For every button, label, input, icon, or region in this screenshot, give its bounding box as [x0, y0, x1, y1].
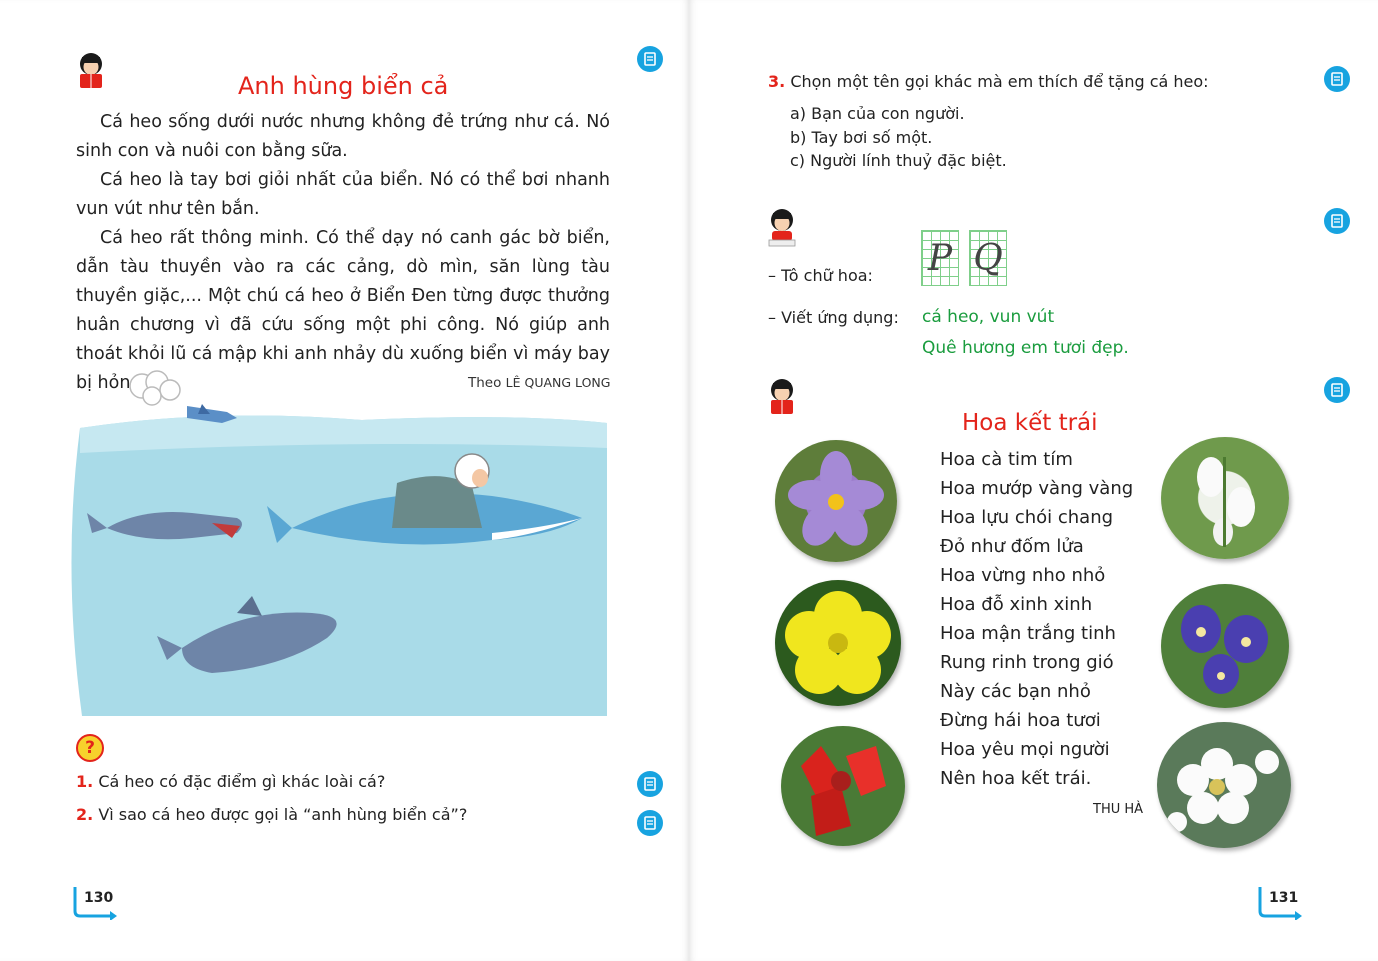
reading-girl-icon [767, 378, 797, 420]
option-c: c) Người lính thuỷ đặc biệt. [790, 151, 1007, 170]
question-3: 3. Chọn một tên gọi khác mà em thích để … [768, 72, 1209, 91]
paragraph-1: Cá heo sống dưới nước nhưng không đẻ trứ… [76, 112, 610, 161]
document-icon [644, 52, 656, 66]
writing-girl-icon [767, 208, 797, 252]
letter-q-grid: Q [969, 230, 1007, 286]
dolphin-rescue-illustration [62, 368, 610, 718]
plum-flower-photo [1157, 722, 1291, 848]
poem-line: Nên hoa kết trái. [940, 768, 1092, 789]
luffa-flower-photo [775, 580, 901, 706]
story-title: Anh hùng biển cả [238, 72, 449, 100]
apply-line-1: cá heo, vun vút [922, 307, 1055, 327]
document-icon [644, 816, 656, 830]
poem-line: Rung rinh trong gió [940, 652, 1114, 673]
letter-p-grid: P [921, 230, 959, 286]
poem-author: THU HÀ [1093, 802, 1144, 817]
apply-label: – Viết ứng dụng: [768, 308, 899, 327]
poem-line: Hoa đỗ xinh xinh [940, 594, 1093, 615]
story-text: Cá heo sống dưới nước nhưng không đẻ trứ… [76, 108, 610, 398]
apply-line-2: Quê hương em tươi đẹp. [922, 338, 1129, 358]
audio-button-q3[interactable] [1324, 66, 1350, 92]
left-page: Anh hùng biển cả Cá heo sống dưới nước n… [0, 0, 689, 961]
poem-line: Hoa mận trắng tinh [940, 623, 1116, 644]
audio-button-q2[interactable] [637, 810, 663, 836]
poem-line: Hoa mướp vàng vàng [940, 478, 1134, 499]
poem-line: Đừng hái hoa tươi [940, 710, 1101, 731]
document-icon [1331, 214, 1343, 228]
poem-line: Hoa vừng nho nhỏ [940, 565, 1106, 586]
document-icon [1331, 72, 1343, 86]
answer-options: a) Bạn của con người. b) Tay bơi số một.… [790, 102, 1007, 173]
sesame-flower-photo [1161, 437, 1289, 559]
audio-button-title[interactable] [637, 46, 663, 72]
poem-title: Hoa kết trái [962, 410, 1098, 436]
reading-girl-icon [76, 52, 106, 94]
poem-line: Hoa lựu chói chang [940, 507, 1114, 528]
question-2: 2. Vì sao cá heo được gọi là “anh hùng b… [76, 805, 468, 824]
paragraph-2: Cá heo là tay bơi giỏi nhất của biển. Nó… [76, 170, 610, 219]
bean-flower-photo [1161, 584, 1289, 708]
audio-button-writing[interactable] [1324, 208, 1350, 234]
page-number-right: 131 [1269, 890, 1299, 906]
question-icon: ? [76, 734, 104, 762]
option-b: b) Tay bơi số một. [790, 127, 933, 147]
question-1: 1. Cá heo có đặc điểm gì khác loài cá? [76, 772, 386, 791]
poem-line: Hoa cà tim tím [940, 449, 1073, 470]
audio-button-poem[interactable] [1324, 377, 1350, 403]
option-a: a) Bạn của con người. [790, 104, 965, 123]
poem-line: Hoa yêu mọi người [940, 739, 1110, 760]
page-number-left: 130 [84, 890, 114, 906]
eggplant-flower-photo [775, 440, 897, 562]
poem-line: Này các bạn nhỏ [940, 681, 1091, 702]
audio-button-q1[interactable] [637, 771, 663, 797]
document-icon [644, 777, 656, 791]
right-page: 3. Chọn một tên gọi khác mà em thích để … [689, 0, 1378, 961]
pomegranate-flower-photo [781, 726, 905, 846]
poem-line: Đỏ như đốm lửa [940, 536, 1084, 557]
trace-label: – Tô chữ hoa: [768, 266, 873, 285]
document-icon [1331, 383, 1343, 397]
